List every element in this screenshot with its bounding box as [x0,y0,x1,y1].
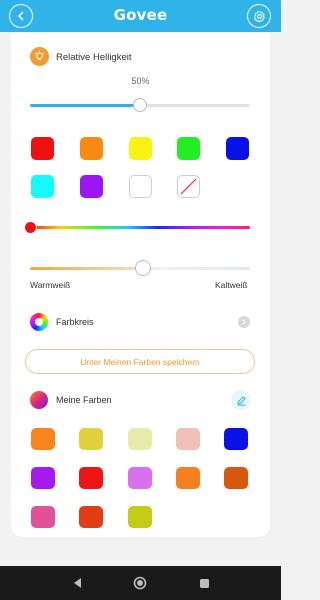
lightbulb-icon [34,50,45,61]
app-logo: Govee [113,6,168,24]
my-color-swatch[interactable] [176,428,200,450]
color-swatch[interactable] [80,137,103,160]
cold-white-label: Kaltweiß [215,280,248,290]
my-color-swatch[interactable] [79,428,103,450]
my-color-swatch[interactable] [128,506,152,528]
my-color-swatch[interactable] [176,467,200,489]
chevron-right-icon [242,319,246,325]
hue-slider-thumb[interactable] [24,221,37,234]
color-swatch[interactable] [129,137,152,160]
brightness-icon [30,47,49,66]
gear-icon [253,10,265,22]
my-colors-label: Meine Farben [56,395,112,405]
brightness-slider-fill [30,104,140,107]
hue-slider-track[interactable] [30,226,250,229]
edit-my-colors-button[interactable] [231,390,251,410]
nav-recents-button[interactable] [196,575,212,591]
my-color-swatch[interactable] [224,428,248,450]
color-swatch[interactable] [177,137,200,160]
my-color-swatch[interactable] [128,428,152,450]
color-wheel-label: Farbkreis [56,317,94,327]
my-color-swatch[interactable] [31,506,55,528]
color-swatch[interactable] [80,175,103,198]
save-to-my-colors-button[interactable]: Unter Meinen Farben speichern [25,349,255,374]
my-color-swatch[interactable] [31,428,55,450]
no-color-swatch[interactable] [177,175,200,198]
circle-home-icon [133,576,147,590]
color-wheel-open-button[interactable] [238,316,250,328]
pencil-icon [236,395,246,406]
color-swatch[interactable] [31,137,54,160]
system-navigation-bar [0,566,281,600]
my-color-swatch[interactable] [224,467,248,489]
settings-button[interactable] [247,4,271,28]
my-color-swatch[interactable] [79,506,103,528]
my-color-swatch[interactable] [31,467,55,489]
nav-home-button[interactable] [132,575,148,591]
nav-back-button[interactable] [69,575,85,591]
color-swatch[interactable] [226,137,249,160]
warm-white-label: Warmweiß [30,280,71,290]
my-color-swatch[interactable] [79,467,103,489]
my-colors-icon [30,391,48,409]
triangle-back-icon [73,578,81,588]
color-wheel-icon [30,313,48,331]
color-swatch[interactable] [129,175,152,198]
brightness-value: 50% [131,76,150,86]
my-color-swatch[interactable] [128,467,152,489]
color-swatch[interactable] [31,175,54,198]
brightness-slider-thumb[interactable] [133,98,147,112]
square-recents-icon [199,578,209,588]
brightness-label: Relative Helligkeit [56,52,132,63]
temperature-slider-thumb[interactable] [135,260,151,276]
top-app-bar: Govee [0,0,281,32]
